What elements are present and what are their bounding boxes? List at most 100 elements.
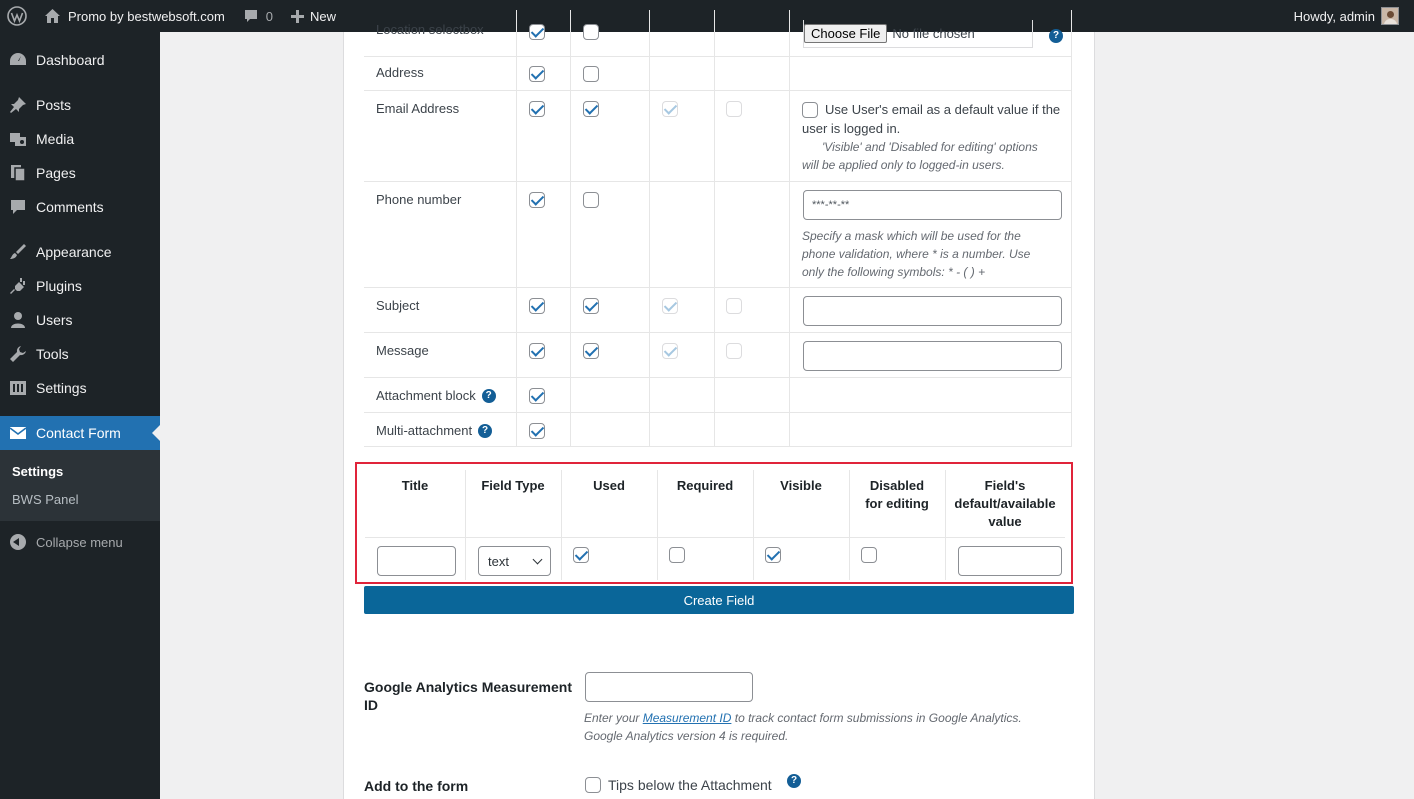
measurement-id-input[interactable] [585,672,753,702]
used-checkbox[interactable] [529,343,545,359]
analytics-label-line1: Google Analytics Measurement [364,679,572,695]
used-checkbox[interactable] [529,388,545,404]
field-row-attachment: Attachment block? [364,378,1072,413]
help-icon[interactable]: ? [481,388,496,403]
plus-icon [291,9,305,23]
sidebar-item-plugins[interactable]: Plugins [0,269,160,303]
field-row-address: Address [364,57,1072,91]
use-user-email-label: Use User's email as a default value if t… [825,102,1061,117]
new-field-used-checkbox[interactable] [573,547,589,563]
measurement-id-link[interactable]: Measurement ID [643,711,732,725]
wordpress-logo-icon[interactable] [0,0,35,32]
field-label: Email Address [376,101,460,116]
header-default-line1: Field's [984,478,1026,493]
sidebar-item-tools[interactable]: Tools [0,337,160,371]
header-visible: Visible [780,478,822,493]
submenu-item-bws-panel[interactable]: BWS Panel [12,492,78,507]
comments-link[interactable]: 0 [234,0,282,32]
header-required: Required [676,478,734,493]
required-checkbox[interactable] [583,192,599,208]
howdy-label: Howdy, admin [1293,8,1375,24]
required-checkbox[interactable] [583,101,599,117]
sidebar-item-label: Settings [36,380,87,396]
new-content-link[interactable]: New [282,0,345,32]
field-label: Attachment block [376,388,476,403]
sidebar-item-label: Posts [36,97,72,113]
new-field-default-input[interactable] [958,546,1062,576]
sidebar-item-appearance[interactable]: Appearance [0,235,160,269]
sidebar-item-contact-form[interactable]: Contact Form [0,416,160,450]
used-checkbox[interactable] [529,192,545,208]
new-field-visible-checkbox[interactable] [765,547,781,563]
comments-count: 0 [265,8,274,24]
create-field-button[interactable]: Create Field [364,586,1074,614]
sidebar-item-label: Tools [36,346,69,362]
add-to-form-label: Add to the form [364,778,469,794]
header-disabled-line1: Disabled [869,478,925,493]
comment-icon [11,200,25,214]
field-label-wrap: Attachment block? [376,388,496,403]
comment-bubble-icon [244,10,257,22]
header-title: Title [401,478,429,493]
collapse-menu-label: Collapse menu [36,534,123,550]
analytics-note-pre: Enter your [584,711,643,725]
disabled-checkbox [726,343,742,359]
disabled-checkbox [726,298,742,314]
avatar [1381,7,1399,25]
sidebar-item-dashboard[interactable]: Dashboard [0,43,160,77]
user-icon [11,312,25,328]
phone-note-line1: Specify a mask which will be used for th… [802,229,1021,243]
header-default-line2: default/available [954,496,1056,511]
used-checkbox[interactable] [529,298,545,314]
required-checkbox[interactable] [583,298,599,314]
new-field-disabled-checkbox[interactable] [861,547,877,563]
contact-form-submenu: Settings BWS Panel [0,450,160,521]
header-disabled: Disabled for editing [849,477,945,513]
pin-icon [10,97,26,113]
plug-icon [10,278,25,294]
header-field-type: Field Type [481,478,545,493]
envelope-icon [9,427,27,439]
used-checkbox[interactable] [529,101,545,117]
required-checkbox[interactable] [583,343,599,359]
new-field-title-input[interactable] [377,546,456,576]
new-label: New [310,8,337,24]
sidebar-item-label: Media [36,131,75,147]
phone-mask-input[interactable]: ***-**-** [803,190,1062,220]
media-icon [10,133,26,146]
message-default-input[interactable] [803,341,1062,371]
tips-below-attachment-checkbox[interactable] [585,777,601,793]
visible-checkbox [662,101,678,117]
used-checkbox[interactable] [529,423,545,439]
sidebar-item-users[interactable]: Users [0,303,160,337]
sidebar-item-pages[interactable]: Pages [0,156,160,190]
site-name-link[interactable]: Promo by bestwebsoft.com [35,0,234,32]
sidebar-item-label: Comments [36,199,104,215]
header-default-line3: value [988,514,1022,529]
use-user-email-checkbox[interactable] [802,102,818,118]
submenu-item-settings[interactable]: Settings [12,464,63,479]
analytics-note-post: to track contact form submissions in Goo… [731,711,1022,725]
sidebar-item-label: Plugins [36,278,82,294]
email-note-line2: will be applied only to logged-in users. [802,158,1005,172]
subject-default-input[interactable] [803,296,1062,326]
sidebar-item-posts[interactable]: Posts [0,88,160,122]
account-menu[interactable]: Howdy, admin [1285,0,1408,32]
sidebar-item-label: Appearance [36,244,112,260]
sidebar-item-media[interactable]: Media [0,122,160,156]
site-name-label: Promo by bestwebsoft.com [68,8,225,24]
field-label: Message [376,343,429,358]
field-type-select[interactable]: text [478,546,551,576]
help-icon[interactable]: ? [787,774,801,788]
field-type-value: text [488,553,509,569]
field-row-multi-attachment: Multi-attachment? [364,413,1072,447]
new-field-required-checkbox[interactable] [669,547,685,563]
used-checkbox[interactable] [529,66,545,82]
header-used: Used [593,478,625,493]
help-icon[interactable]: ? [478,423,493,438]
sidebar-item-settings[interactable]: Settings [0,371,160,405]
brush-icon [10,244,26,259]
sidebar-item-comments[interactable]: Comments [0,190,160,224]
required-checkbox[interactable] [583,66,599,82]
collapse-menu-button[interactable]: Collapse menu [0,527,160,557]
